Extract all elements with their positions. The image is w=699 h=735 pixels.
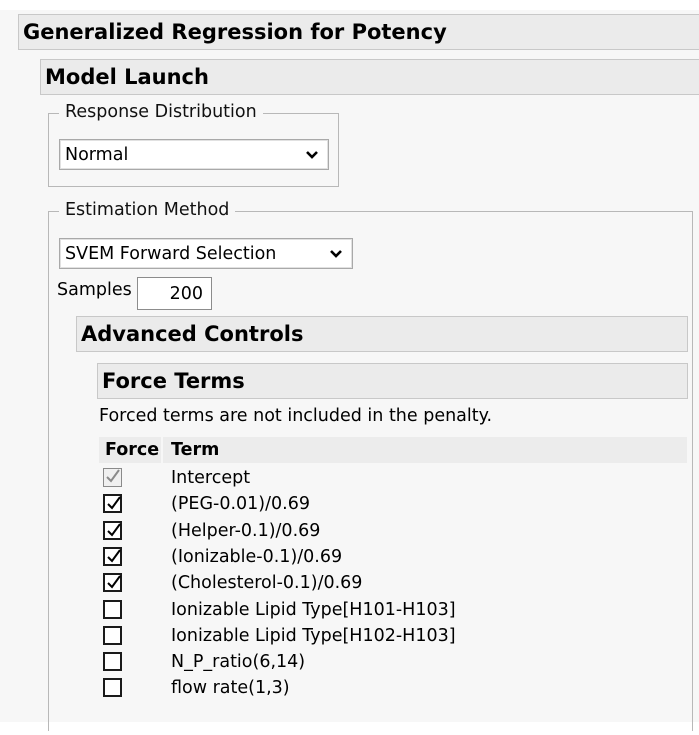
term-label: Ionizable Lipid Type[H102-H103] xyxy=(171,625,456,646)
advanced-controls-outline[interactable]: Advanced Controls xyxy=(76,316,688,352)
term-label: flow rate(1,3) xyxy=(171,678,290,699)
force-checkbox[interactable] xyxy=(103,573,122,593)
term-label: Intercept xyxy=(171,468,251,488)
samples-label: Samples xyxy=(57,280,132,300)
force-checkbox[interactable] xyxy=(103,599,122,619)
force-checkbox[interactable] xyxy=(103,494,122,514)
term-row: N_P_ratio(6,14) xyxy=(99,649,687,675)
term-row: Intercept xyxy=(99,465,687,491)
advanced-controls-title: Advanced Controls xyxy=(81,322,304,346)
force-checkbox[interactable] xyxy=(103,546,122,566)
term-label: Ionizable Lipid Type[H101-H103] xyxy=(171,599,456,620)
force-terms-outline[interactable]: Force Terms xyxy=(97,363,688,399)
checkmark-icon xyxy=(107,549,121,563)
samples-value: 200 xyxy=(169,283,203,304)
chevron-down-icon xyxy=(306,150,318,159)
force-checkbox xyxy=(103,468,122,487)
report-title-outline[interactable]: Generalized Regression for Potency xyxy=(18,14,699,50)
checkmark-icon xyxy=(106,469,120,483)
term-row: (Ionizable-0.1)/0.69 xyxy=(99,544,687,570)
force-terms-title: Force Terms xyxy=(102,369,245,393)
chevron-down-icon xyxy=(330,249,342,258)
term-row: flow rate(1,3) xyxy=(99,675,687,701)
estimation-method-select[interactable]: SVEM Forward Selection xyxy=(59,238,353,269)
model-launch-title: Model Launch xyxy=(45,65,209,89)
report-title: Generalized Regression for Potency xyxy=(23,20,447,44)
term-row: (Cholesterol-0.1)/0.69 xyxy=(99,570,687,596)
term-label: (Ionizable-0.1)/0.69 xyxy=(171,546,343,567)
samples-input[interactable]: 200 xyxy=(137,277,212,310)
response-distribution-value: Normal xyxy=(65,144,129,165)
checkmark-icon xyxy=(107,496,121,510)
checkmark-icon xyxy=(107,575,121,589)
force-checkbox[interactable] xyxy=(103,678,122,698)
term-row: (PEG-0.01)/0.69 xyxy=(99,491,687,517)
column-header-term: Term xyxy=(171,440,220,460)
force-checkbox[interactable] xyxy=(103,652,122,672)
term-label: (Helper-0.1)/0.69 xyxy=(171,520,321,541)
checkmark-icon xyxy=(107,523,121,537)
model-launch-outline[interactable]: Model Launch xyxy=(40,59,699,95)
force-terms-table-header: Force Term xyxy=(99,437,687,463)
force-terms-note: Forced terms are not included in the pen… xyxy=(99,406,493,426)
term-label: N_P_ratio(6,14) xyxy=(171,652,306,673)
column-header-force: Force xyxy=(99,437,163,463)
response-distribution-select[interactable]: Normal xyxy=(59,139,329,170)
term-row: Ionizable Lipid Type[H102-H103] xyxy=(99,623,687,649)
term-row: Ionizable Lipid Type[H101-H103] xyxy=(99,597,687,623)
term-row: (Helper-0.1)/0.69 xyxy=(99,518,687,544)
estimation-method-value: SVEM Forward Selection xyxy=(65,243,277,264)
force-checkbox[interactable] xyxy=(103,625,122,645)
estimation-method-legend: Estimation Method xyxy=(59,200,236,220)
term-label: (PEG-0.01)/0.69 xyxy=(171,494,310,515)
term-label: (Cholesterol-0.1)/0.69 xyxy=(171,573,363,594)
force-checkbox[interactable] xyxy=(103,520,122,540)
response-distribution-legend: Response Distribution xyxy=(59,102,263,122)
